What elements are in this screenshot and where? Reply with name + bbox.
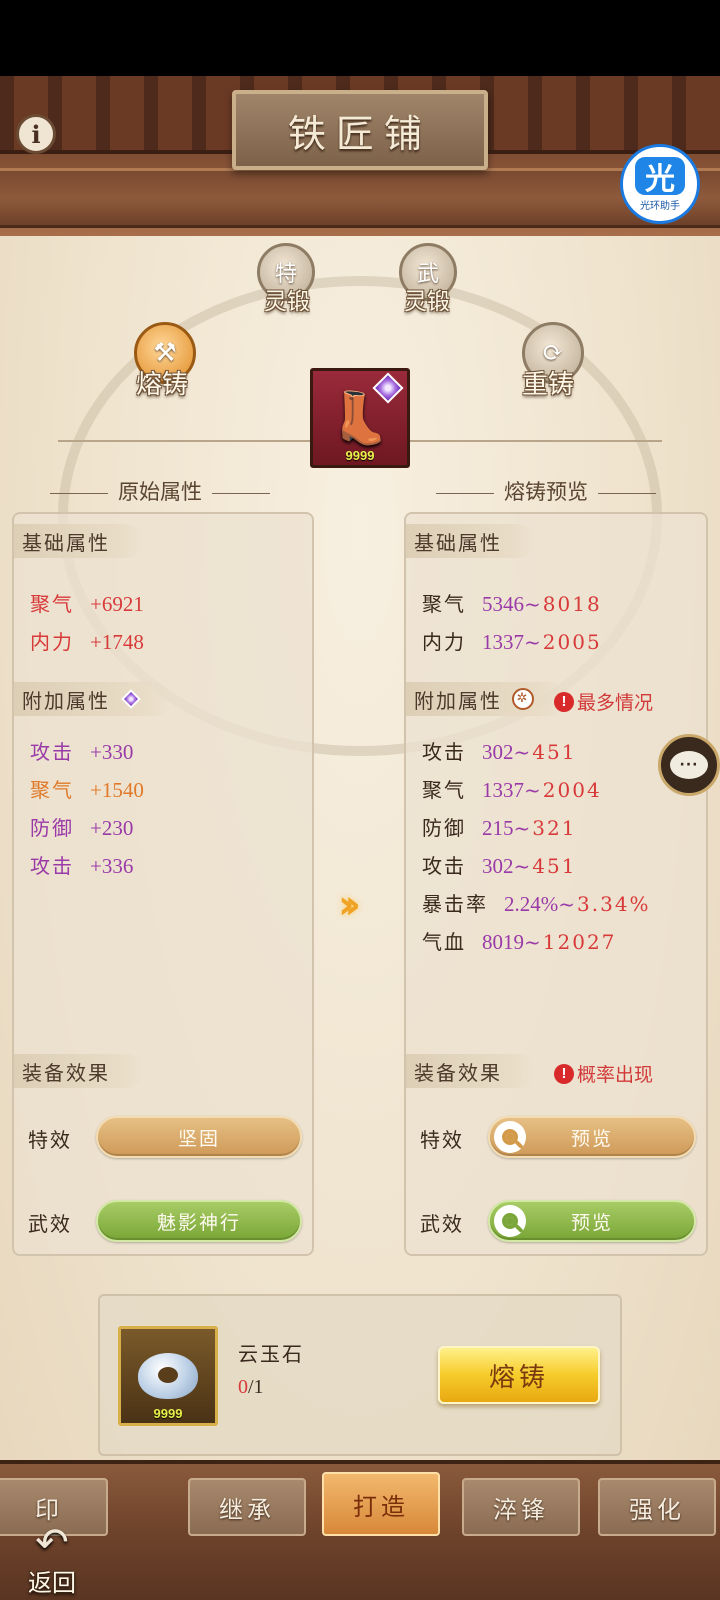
special-effect-button[interactable]: 坚固 — [96, 1116, 302, 1158]
back-label: 返回 — [28, 1569, 76, 1597]
special-effect-label: 特效 — [28, 1128, 72, 1152]
extra-attributes-tag: 附加属性 — [14, 682, 172, 716]
martial-forge-label: 灵锻 — [404, 289, 450, 315]
stat-row: 攻击 302~451 — [422, 740, 577, 764]
star-badge-icon: ✲ — [512, 688, 534, 710]
chat-bubble-text: ··· — [670, 751, 708, 779]
material-slot[interactable]: 9999 — [118, 1326, 218, 1426]
base-attributes-tag: 基础属性 — [14, 524, 144, 558]
roof-beam — [0, 168, 720, 228]
tab-temper[interactable]: 淬锋 — [462, 1478, 580, 1536]
stat-row: 气血 8019~12027 — [422, 930, 617, 954]
tab-inherit[interactable]: 继承 — [188, 1478, 306, 1536]
title-sign: 铁匠铺 — [232, 90, 488, 170]
material-count: 0/1 — [238, 1376, 264, 1398]
bottom-nav: 印 继承 打造 淬锋 强化 ↶ 返回 — [0, 1460, 720, 1600]
page-title: 铁匠铺 — [287, 111, 432, 156]
equipment-slot[interactable]: 👢 9999 — [310, 368, 410, 468]
original-attributes-title: 原始属性 — [40, 476, 280, 506]
cloud-jade-stone-icon — [138, 1353, 198, 1399]
roof-header: 铁匠铺 i — [0, 76, 720, 236]
equipment-quantity: 9999 — [345, 448, 375, 463]
equipment-effect-tag: 装备效果 — [406, 1054, 536, 1088]
back-button[interactable]: ↶ 返回 — [14, 1522, 90, 1598]
tab-forge[interactable]: 打造 — [322, 1472, 440, 1536]
chat-bubble-icon[interactable]: ··· — [658, 734, 720, 796]
special-effect-label: 特效 — [420, 1128, 464, 1152]
stat-row: 防御 215~321 — [422, 816, 577, 840]
martial-effect-preview-button[interactable]: 预览 — [488, 1200, 696, 1242]
stat-row: 聚气 +1540 — [30, 778, 144, 802]
original-attributes-panel: 基础属性 聚气 +6921 内力 +1748 附加属性 攻击 +330 聚气 +1540… — [12, 512, 314, 1256]
extra-attributes-tag: 附加属性 ✲ — [406, 682, 568, 716]
assistant-label: 光环助手 — [640, 200, 680, 212]
fuse-label: 熔铸 — [136, 370, 189, 400]
stat-row: 聚气 +6921 — [30, 592, 144, 616]
special-effect-preview-button[interactable]: 预览 — [488, 1116, 696, 1158]
martial-effect-label: 武效 — [28, 1212, 72, 1236]
stat-row: 暴击率 2.24%~3.34% — [422, 892, 651, 916]
martial-effect-button[interactable]: 魅影神行 — [96, 1200, 302, 1242]
info-icon[interactable]: i — [16, 114, 56, 154]
stat-row: 内力 1337~2005 — [422, 630, 602, 654]
martial-effect-label: 武效 — [420, 1212, 464, 1236]
fuse-preview-title: 熔铸预览 — [426, 476, 666, 506]
base-attributes-tag: 基础属性 — [406, 524, 536, 558]
tab-enhance[interactable]: 强化 — [598, 1478, 716, 1536]
search-icon — [494, 1205, 526, 1237]
fuse-button[interactable]: 熔铸 — [438, 1346, 600, 1404]
assistant-button[interactable]: 光 光环助手 — [620, 144, 700, 224]
stat-row: 攻击 302~451 — [422, 854, 577, 878]
transform-arrows-icon: ›› — [338, 882, 361, 928]
material-panel: 9999 云玉石 0/1 熔铸 — [98, 1294, 622, 1456]
reforge-label: 重铸 — [522, 370, 575, 400]
blacksmith-screen: 铁匠铺 i 光 光环助手 特 灵锻 武 灵锻 ⚒ 熔铸 ⟳ 重铸 👢 9999 … — [0, 76, 720, 1600]
stat-row: 内力 +1748 — [30, 630, 144, 654]
screen: 铁匠铺 i 光 光环助手 特 灵锻 武 灵锻 ⚒ 熔铸 ⟳ 重铸 👢 9999 … — [0, 0, 720, 1600]
stat-row: 防御 +230 — [30, 816, 134, 840]
back-arrow-icon: ↶ — [35, 1520, 69, 1566]
stat-row: 聚气 1337~2004 — [422, 778, 602, 802]
warning-icon: ! — [554, 691, 574, 712]
probability-warning: ! 概率出现 — [554, 1060, 653, 1087]
stat-row: 聚气 5346~8018 — [422, 592, 602, 616]
special-forge-label: 灵锻 — [264, 289, 310, 315]
max-case-warning: ! 最多情况 — [554, 688, 653, 715]
search-icon — [494, 1121, 526, 1153]
material-quantity: 9999 — [153, 1406, 183, 1421]
material-name: 云玉石 — [238, 1342, 304, 1366]
warning-icon: ! — [554, 1063, 574, 1084]
stat-row: 攻击 +336 — [30, 854, 134, 878]
purple-gem-icon — [121, 689, 141, 709]
equipment-effect-tag: 装备效果 — [14, 1054, 144, 1088]
stat-row: 攻击 +330 — [30, 740, 134, 764]
fuse-preview-panel: 基础属性 聚气 5346~8018 内力 1337~2005 附加属性 ✲ ! 最多情… — [404, 512, 708, 1256]
assistant-logo-icon: 光 — [635, 156, 685, 196]
